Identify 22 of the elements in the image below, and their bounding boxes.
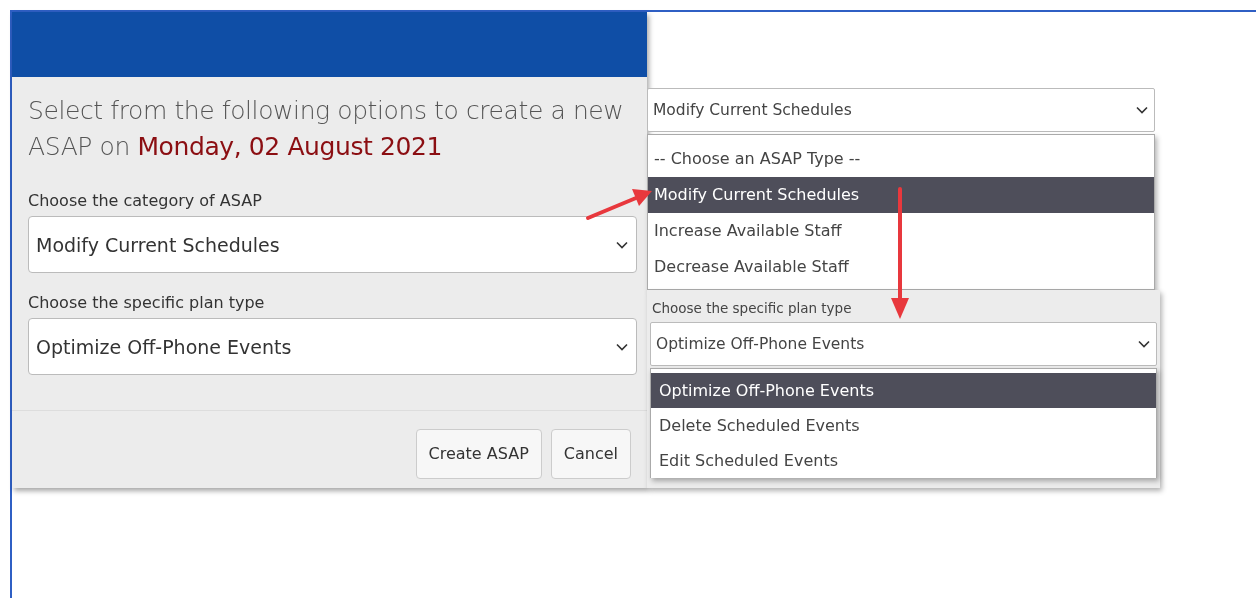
dropdown-option[interactable]: Edit Scheduled Events xyxy=(651,443,1156,478)
dropdown-option[interactable]: Delete Scheduled Events xyxy=(651,408,1156,443)
dropdown[interactable]: Optimize Off-Phone Events xyxy=(28,318,637,375)
cancel-button[interactable]: Cancel xyxy=(550,428,631,479)
chevron-down-icon xyxy=(616,240,628,249)
chevron-down-icon xyxy=(1138,340,1150,348)
create-button[interactable]: Create ASAP xyxy=(415,428,542,479)
chevron-down-icon xyxy=(1136,106,1148,114)
dropdown-option[interactable]: Modify Current Schedules xyxy=(648,177,1154,213)
dropdown-option[interactable]: -- Choose an ASAP Type -- xyxy=(648,141,1154,177)
arrow xyxy=(586,189,652,220)
dropdown-option[interactable]: Increase Available Staff xyxy=(648,213,1154,249)
field-label: Choose the specific plan type xyxy=(28,293,266,312)
field-label: Choose the category of ASAP xyxy=(28,191,263,210)
dropdown[interactable]: Modify Current Schedules xyxy=(647,88,1155,132)
dropdown[interactable]: Modify Current Schedules xyxy=(28,216,637,273)
field-label: Choose the specific plan type xyxy=(652,300,853,316)
dropdown-option[interactable]: Decrease Available Staff xyxy=(648,249,1154,285)
chevron-down-icon xyxy=(616,342,628,351)
dialog-heading: Select from the following options to create a new ASAP on Monday, 02 August 2021 xyxy=(28,95,625,163)
dropdown[interactable]: Optimize Off-Phone Events xyxy=(650,322,1157,366)
dropdown-option[interactable]: Optimize Off-Phone Events xyxy=(651,373,1156,408)
